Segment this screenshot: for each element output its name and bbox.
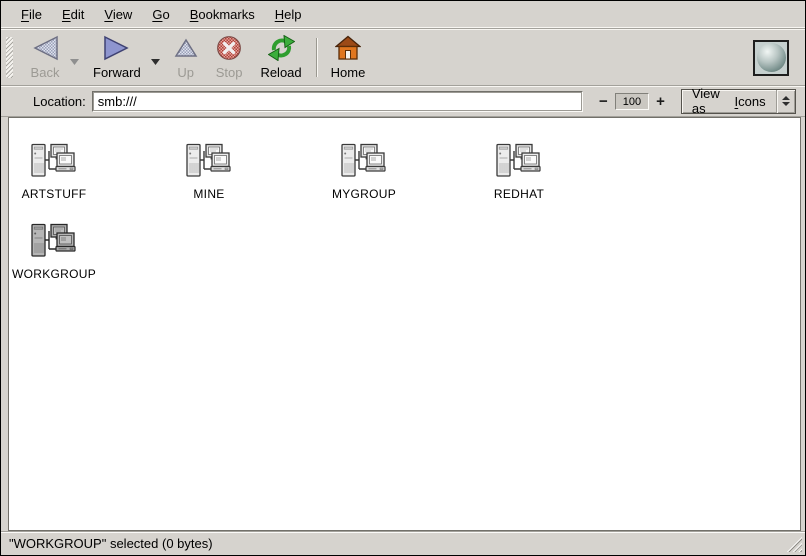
forward-icon [102, 34, 132, 62]
dropdown-arrows-icon [776, 90, 795, 113]
item-label: WORKGROUP [12, 267, 96, 281]
forward-button[interactable]: Forward [84, 32, 150, 83]
zoom-in-button[interactable]: + [651, 93, 670, 110]
throbber [753, 40, 789, 76]
network-workgroup-icon [30, 223, 78, 261]
back-label: Back [31, 65, 60, 80]
up-label: Up [177, 65, 194, 80]
location-input[interactable] [92, 91, 583, 112]
network-workgroup-icon [340, 143, 388, 181]
up-button: Up [165, 32, 207, 83]
stop-label: Stop [216, 65, 243, 80]
zoom-level-indicator[interactable]: 100 [615, 93, 649, 110]
zoom-out-button[interactable]: − [594, 93, 613, 110]
toolbar-separator [316, 38, 317, 77]
view-as-label: View as Icons [682, 90, 776, 113]
item-label: REDHAT [494, 187, 544, 201]
toolbar-grip[interactable] [6, 37, 13, 78]
workgroup-item-redhat[interactable]: REDHAT [474, 143, 564, 201]
toolbar: Back Forward Up [1, 29, 805, 86]
menu-edit[interactable]: Edit [52, 3, 94, 26]
file-manager-window: File Edit View Go Bookmarks Help Back Fo… [0, 0, 806, 556]
network-workgroup-icon [185, 143, 233, 181]
menu-help[interactable]: Help [265, 3, 312, 26]
icon-grid: ARTSTUFF MINE MYGROUP REDHAT WORKGROUP [9, 118, 800, 281]
item-label: MYGROUP [332, 187, 396, 201]
back-dropdown-chevron-icon [69, 32, 84, 83]
reload-button[interactable]: Reload [251, 32, 310, 83]
status-bar: "WORKGROUP" selected (0 bytes) [1, 531, 805, 555]
menu-file[interactable]: File [11, 3, 52, 26]
back-button: Back [21, 32, 69, 83]
menu-go[interactable]: Go [142, 3, 179, 26]
status-text: "WORKGROUP" selected (0 bytes) [9, 536, 213, 551]
menu-bar: File Edit View Go Bookmarks Help [1, 1, 805, 29]
location-bar: Location: − 100 + View as Icons [1, 86, 805, 117]
workgroup-item-mygroup[interactable]: MYGROUP [319, 143, 409, 201]
home-icon [335, 34, 361, 62]
stop-icon [216, 34, 242, 62]
workgroup-item-workgroup[interactable]: WORKGROUP [9, 223, 99, 281]
location-label: Location: [33, 94, 86, 109]
view-as-dropdown[interactable]: View as Icons [681, 89, 796, 114]
resize-grip-icon[interactable] [786, 536, 802, 552]
network-workgroup-icon [495, 143, 543, 181]
workgroup-item-mine[interactable]: MINE [164, 143, 254, 201]
forward-label: Forward [93, 65, 141, 80]
icon-view[interactable]: ARTSTUFF MINE MYGROUP REDHAT WORKGROUP [8, 117, 801, 531]
back-icon [30, 34, 60, 62]
reload-icon [268, 34, 295, 62]
network-workgroup-icon [30, 143, 78, 181]
forward-dropdown-chevron-icon[interactable] [150, 32, 165, 83]
item-label: ARTSTUFF [22, 187, 87, 201]
home-label: Home [331, 65, 366, 80]
item-label: MINE [193, 187, 224, 201]
workgroup-item-artstuff[interactable]: ARTSTUFF [9, 143, 99, 201]
menu-bookmarks[interactable]: Bookmarks [180, 3, 265, 26]
stop-button: Stop [207, 32, 252, 83]
menu-view[interactable]: View [94, 3, 142, 26]
up-icon [174, 34, 198, 62]
home-button[interactable]: Home [322, 32, 375, 83]
content-frame: ARTSTUFF MINE MYGROUP REDHAT WORKGROUP [1, 117, 805, 531]
reload-label: Reload [260, 65, 301, 80]
globe-throbber-icon [757, 43, 786, 72]
